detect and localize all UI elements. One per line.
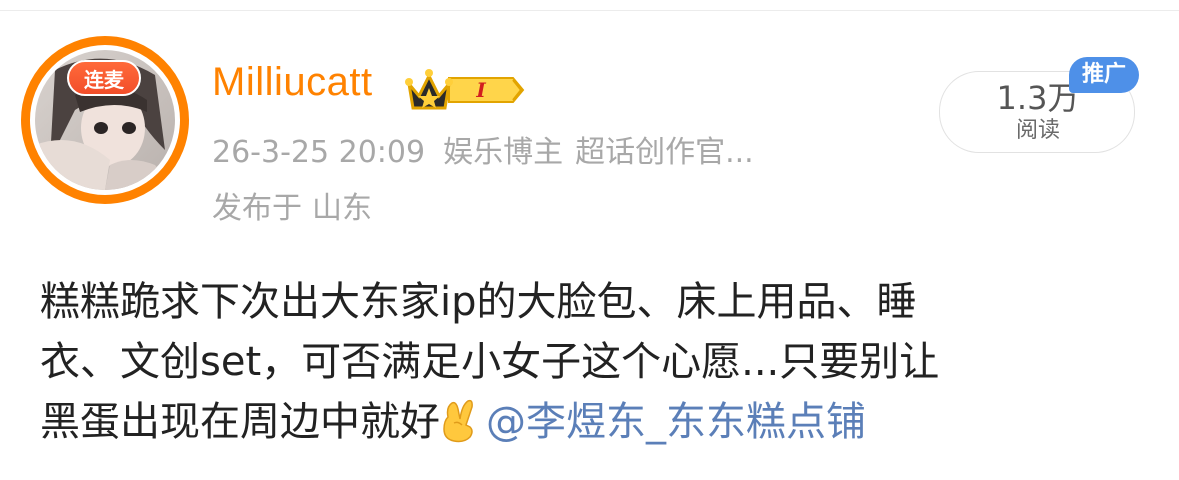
post-date: 26-3-25 20:09 bbox=[212, 135, 426, 170]
crossed-fingers-emoji bbox=[440, 397, 478, 443]
author-avatar[interactable]: 连麦 bbox=[21, 36, 189, 204]
top-divider bbox=[0, 10, 1179, 11]
author-name[interactable]: Milliucatt bbox=[212, 62, 373, 102]
post-body: 糕糕跪求下次出大东家ip的大脸包、床上用品、睡 衣、文创set，可否满足小女子这… bbox=[40, 272, 1160, 452]
post-text-line: 糕糕跪求下次出大东家ip的大脸包、床上用品、睡 bbox=[40, 279, 917, 325]
live-badge: 连麦 bbox=[67, 60, 141, 96]
post-meta: 26-3-25 20:09 娱乐博主 超话创作官... bbox=[212, 138, 754, 168]
mention-link[interactable]: @李煜东_东东糕点铺 bbox=[486, 399, 866, 445]
author-tag-2[interactable]: 超话创作官... bbox=[575, 135, 754, 170]
crown-icon[interactable]: I bbox=[405, 66, 525, 114]
post-text: 黑蛋出现在周边中就好 bbox=[40, 399, 440, 445]
level-badge-text: I bbox=[475, 78, 486, 102]
read-label: 阅读 bbox=[1015, 118, 1060, 143]
location-name: 山东 bbox=[312, 191, 372, 226]
post-text-line: 衣、文创set，可否满足小女子这个心愿...只要别让 bbox=[40, 339, 940, 385]
location-prefix: 发布于 bbox=[212, 191, 302, 226]
post-location: 发布于 山东 bbox=[212, 194, 372, 224]
post-text-line: 黑蛋出现在周边中就好 @李煜东_东东糕点铺 bbox=[40, 392, 1160, 452]
promo-badge: 推广 bbox=[1069, 57, 1139, 93]
author-tag: 娱乐博主 bbox=[443, 135, 564, 170]
